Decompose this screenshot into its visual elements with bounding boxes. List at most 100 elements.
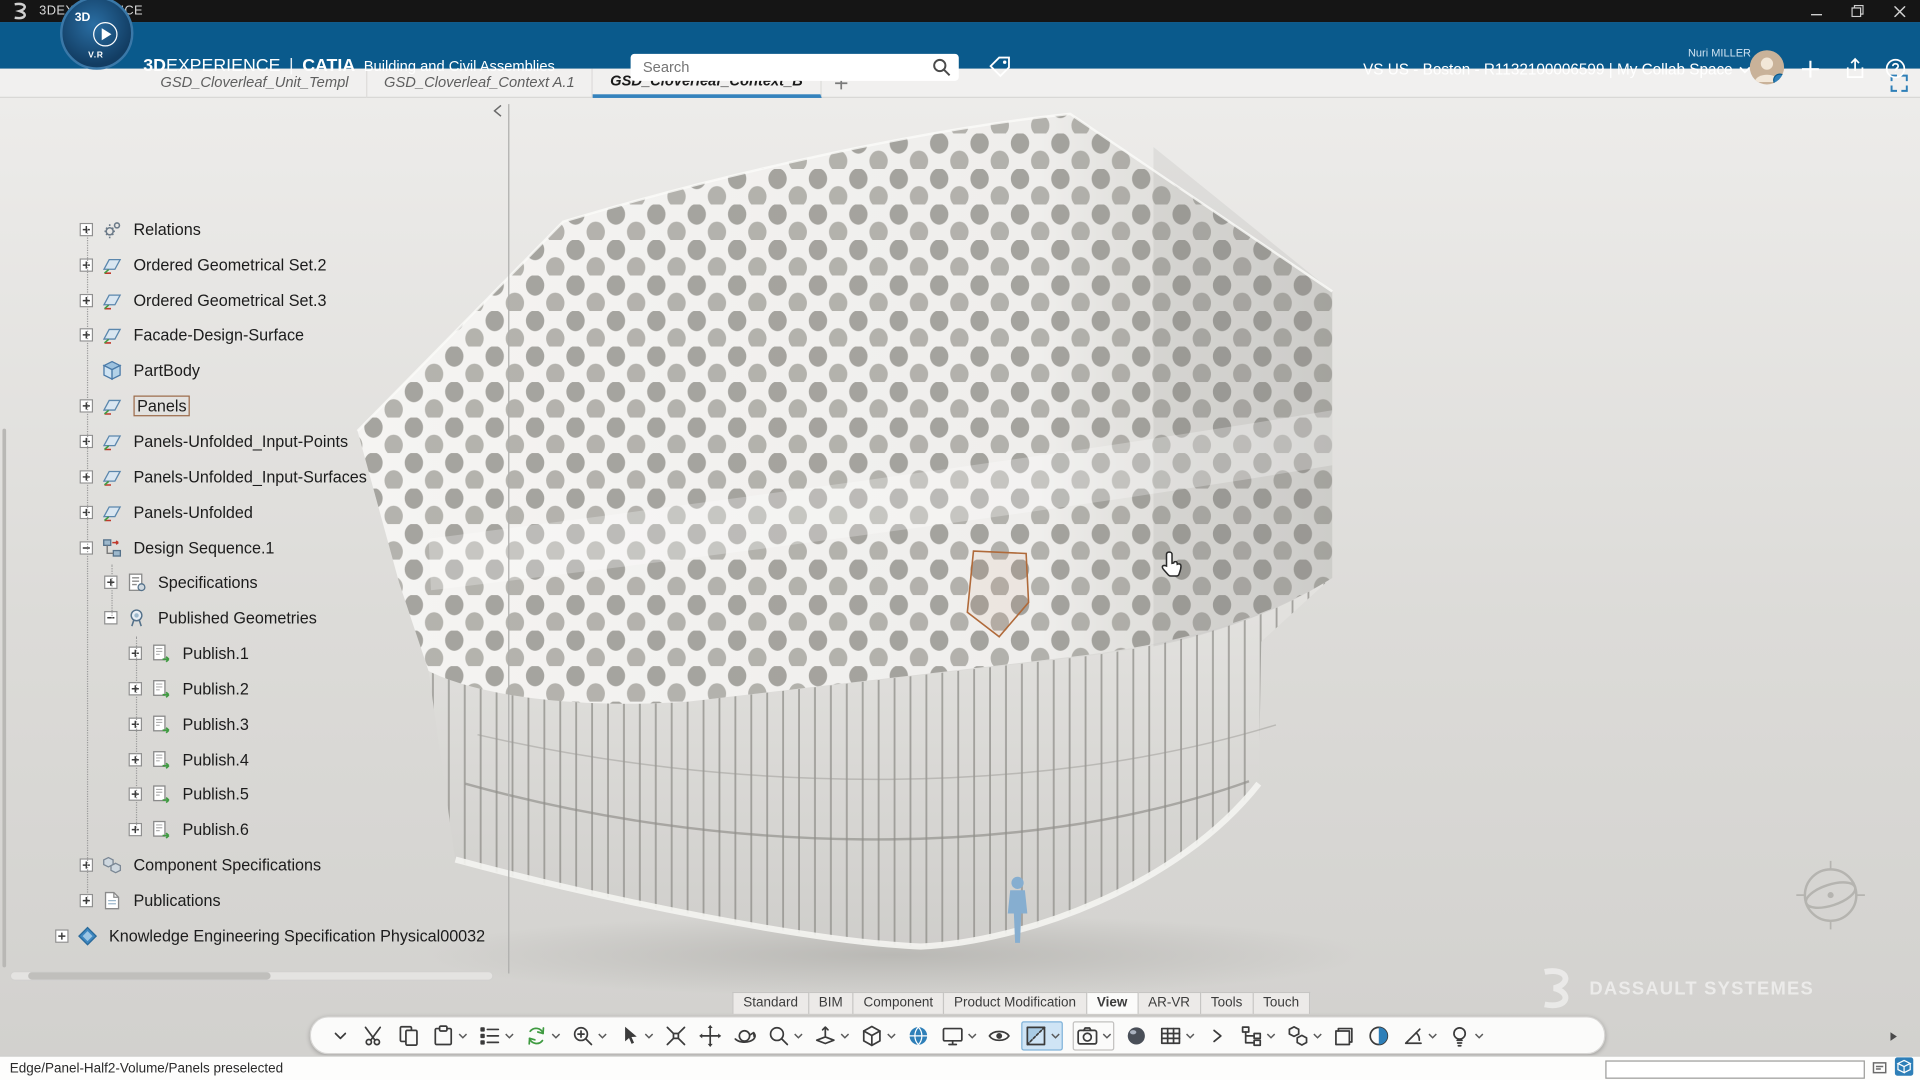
- tree-item-relations[interactable]: Relations: [0, 212, 507, 247]
- ribbon-tab-touch[interactable]: Touch: [1253, 992, 1310, 1014]
- ribbon-tab-product-modification[interactable]: Product Modification: [944, 992, 1087, 1014]
- rotate-icon[interactable]: [732, 1023, 756, 1047]
- tree-item-panels-unfolded[interactable]: Panels-Unfolded: [0, 494, 507, 529]
- dropdown-caret-icon[interactable]: [1313, 1030, 1323, 1040]
- tag-icon[interactable]: [987, 54, 1014, 87]
- view-manipulation-gizmo[interactable]: [1790, 855, 1871, 942]
- tree-item-component-specifications[interactable]: Component Specifications: [0, 848, 507, 883]
- tree-tools-icon[interactable]: [1239, 1023, 1276, 1047]
- power-input-field[interactable]: [1605, 1060, 1865, 1078]
- pan-icon[interactable]: [698, 1023, 722, 1047]
- tree-item-panels-unfolded-input-surfaces[interactable]: Panels-Unfolded_Input-Surfaces: [0, 459, 507, 494]
- ribbon-tab-tools[interactable]: Tools: [1201, 992, 1253, 1014]
- dropdown-caret-icon[interactable]: [598, 1030, 608, 1040]
- toolbar-collapse-icon[interactable]: [328, 1023, 352, 1047]
- restore-button[interactable]: [1837, 0, 1879, 22]
- paste-icon[interactable]: [431, 1023, 468, 1047]
- hide-show-icon[interactable]: [987, 1023, 1011, 1047]
- ribbon-tab-view[interactable]: View: [1087, 992, 1138, 1014]
- search-icon[interactable]: [931, 56, 953, 84]
- ribbon-tab-bim[interactable]: BIM: [809, 992, 854, 1014]
- tree-item-design-sequence-1[interactable]: Design Sequence.1: [0, 530, 507, 565]
- tree-item-panels-unfolded-input-points[interactable]: Panels-Unfolded_Input-Points: [0, 424, 507, 459]
- tree-item-publish-3[interactable]: Publish.3: [0, 706, 507, 741]
- grid-icon[interactable]: [1158, 1023, 1195, 1047]
- fit-all-icon[interactable]: [664, 1023, 688, 1047]
- tree-item-publish-1[interactable]: Publish.1: [0, 636, 507, 671]
- collapse-tree-icon[interactable]: [489, 102, 506, 119]
- tree-horizontal-scrollbar[interactable]: [10, 971, 494, 981]
- normal-view-icon[interactable]: [813, 1023, 850, 1047]
- dropdown-caret-icon[interactable]: [504, 1030, 514, 1040]
- share-icon[interactable]: [1840, 54, 1869, 83]
- zoom-icon[interactable]: [767, 1023, 804, 1047]
- tree-item-specifications[interactable]: Specifications: [0, 565, 507, 600]
- tree-item-ordered-geometrical-set-2[interactable]: Ordered Geometrical Set.2: [0, 247, 507, 282]
- brand-brand_suffix: Building and Civil Assemblies: [364, 58, 555, 75]
- sheets-icon[interactable]: [1332, 1023, 1356, 1047]
- material-icon[interactable]: [1367, 1023, 1391, 1047]
- ribbon-tab-component[interactable]: Component: [854, 992, 944, 1014]
- iso-view-icon[interactable]: [860, 1023, 897, 1047]
- close-button[interactable]: [1878, 0, 1920, 22]
- tree-item-knowledge-engineering-specification-physical00032[interactable]: Knowledge Engineering Specification Phys…: [0, 918, 507, 953]
- ribbon-tab-ar-vr[interactable]: AR-VR: [1138, 992, 1201, 1014]
- tree-panel-divider[interactable]: [508, 104, 509, 973]
- screen-layout-icon[interactable]: [940, 1023, 977, 1047]
- hscroll-thumb[interactable]: [28, 972, 270, 979]
- update-icon[interactable]: [524, 1023, 561, 1047]
- toolbar-overflow-icon[interactable]: [1889, 1026, 1898, 1048]
- render-globe-icon[interactable]: [906, 1023, 930, 1047]
- tree-item-panels[interactable]: Panels: [0, 388, 507, 423]
- dropdown-caret-icon[interactable]: [967, 1030, 977, 1040]
- tree-item-publications[interactable]: Publications: [0, 883, 507, 918]
- tree-item-ordered-geometrical-set-3[interactable]: Ordered Geometrical Set.3: [0, 282, 507, 317]
- dropdown-caret-icon[interactable]: [1051, 1030, 1061, 1040]
- minimize-button[interactable]: [1795, 0, 1837, 22]
- section-icon[interactable]: [1021, 1021, 1063, 1050]
- measure-icon[interactable]: [1401, 1023, 1438, 1047]
- app-header: Nuri MILLER VS US - Boston - R1132100006…: [0, 22, 1920, 69]
- zoom-area-icon[interactable]: [571, 1023, 608, 1047]
- collab-space-selector[interactable]: VS US - Boston - R1132100006599 | My Col…: [1363, 61, 1751, 78]
- ribbon-tab-standard[interactable]: Standard: [732, 992, 809, 1014]
- compass-logo[interactable]: 3D V.R: [60, 0, 133, 70]
- collab-widget-icon[interactable]: [1894, 1057, 1914, 1080]
- ambience-icon[interactable]: [1124, 1023, 1148, 1047]
- cut-icon[interactable]: [362, 1023, 386, 1047]
- expand-plus-icon[interactable]: [55, 929, 68, 942]
- user-avatar[interactable]: [1750, 50, 1784, 84]
- dropdown-caret-icon[interactable]: [458, 1030, 468, 1040]
- pointer-mode-icon[interactable]: [617, 1023, 654, 1047]
- tree-item-publish-4[interactable]: Publish.4: [0, 742, 507, 777]
- tree-vertical-scrollbar[interactable]: [0, 104, 9, 980]
- dropdown-caret-icon[interactable]: [644, 1030, 654, 1040]
- dropdown-caret-icon[interactable]: [1266, 1030, 1276, 1040]
- vscroll-thumb[interactable]: [2, 429, 6, 968]
- tree-list-icon[interactable]: [478, 1023, 515, 1047]
- tree-item-partbody[interactable]: PartBody: [0, 353, 507, 388]
- dropdown-caret-icon[interactable]: [793, 1030, 803, 1040]
- dropdown-caret-icon[interactable]: [887, 1030, 897, 1040]
- viewport-3d[interactable]: DASSAULT SYSTEMES RelationsOrdered Geome…: [0, 98, 1920, 1056]
- dropdown-caret-icon[interactable]: [551, 1030, 561, 1040]
- dropdown-caret-icon[interactable]: [1474, 1030, 1484, 1040]
- capture-icon[interactable]: [1073, 1021, 1115, 1050]
- statusbar-expand-icon[interactable]: [1872, 1059, 1887, 1080]
- copy-icon[interactable]: [397, 1023, 421, 1047]
- add-icon[interactable]: [1795, 54, 1824, 83]
- tree-item-facade-design-surface[interactable]: Facade-Design-Surface: [0, 318, 507, 353]
- tree-item-publish-2[interactable]: Publish.2: [0, 671, 507, 706]
- dropdown-caret-icon[interactable]: [1102, 1030, 1112, 1040]
- help-icon[interactable]: [1881, 54, 1910, 83]
- assembly-icon[interactable]: [1286, 1023, 1323, 1047]
- more-icon[interactable]: [1205, 1023, 1229, 1047]
- search-input[interactable]: [631, 54, 959, 81]
- dropdown-caret-icon[interactable]: [840, 1030, 850, 1040]
- tree-item-published-geometries[interactable]: Published Geometries: [0, 600, 507, 635]
- light-icon[interactable]: [1447, 1023, 1484, 1047]
- tree-item-publish-6[interactable]: Publish.6: [0, 812, 507, 847]
- dropdown-caret-icon[interactable]: [1428, 1030, 1438, 1040]
- tree-item-publish-5[interactable]: Publish.5: [0, 777, 507, 812]
- dropdown-caret-icon[interactable]: [1185, 1030, 1195, 1040]
